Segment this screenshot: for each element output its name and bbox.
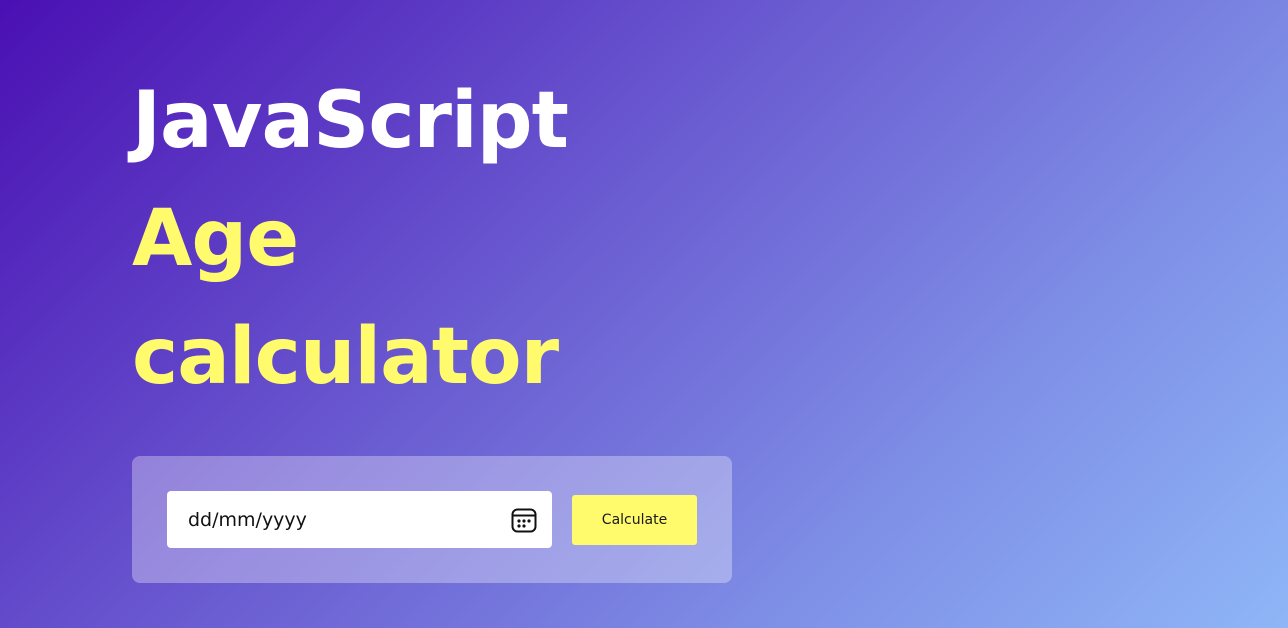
date-input-value[interactable]: dd/mm/yyyy — [188, 509, 510, 531]
calendar-icon[interactable] — [510, 506, 538, 534]
title-age: Age — [132, 194, 299, 284]
input-card: dd/mm/yyyy Calculate — [132, 456, 732, 583]
date-input[interactable]: dd/mm/yyyy — [167, 491, 552, 548]
title-calculator: calculator — [132, 312, 559, 402]
title-javascript: JavaScript — [132, 76, 569, 166]
heading-block: JavaScript Age calculator — [132, 62, 732, 416]
calculate-button[interactable]: Calculate — [572, 495, 697, 545]
